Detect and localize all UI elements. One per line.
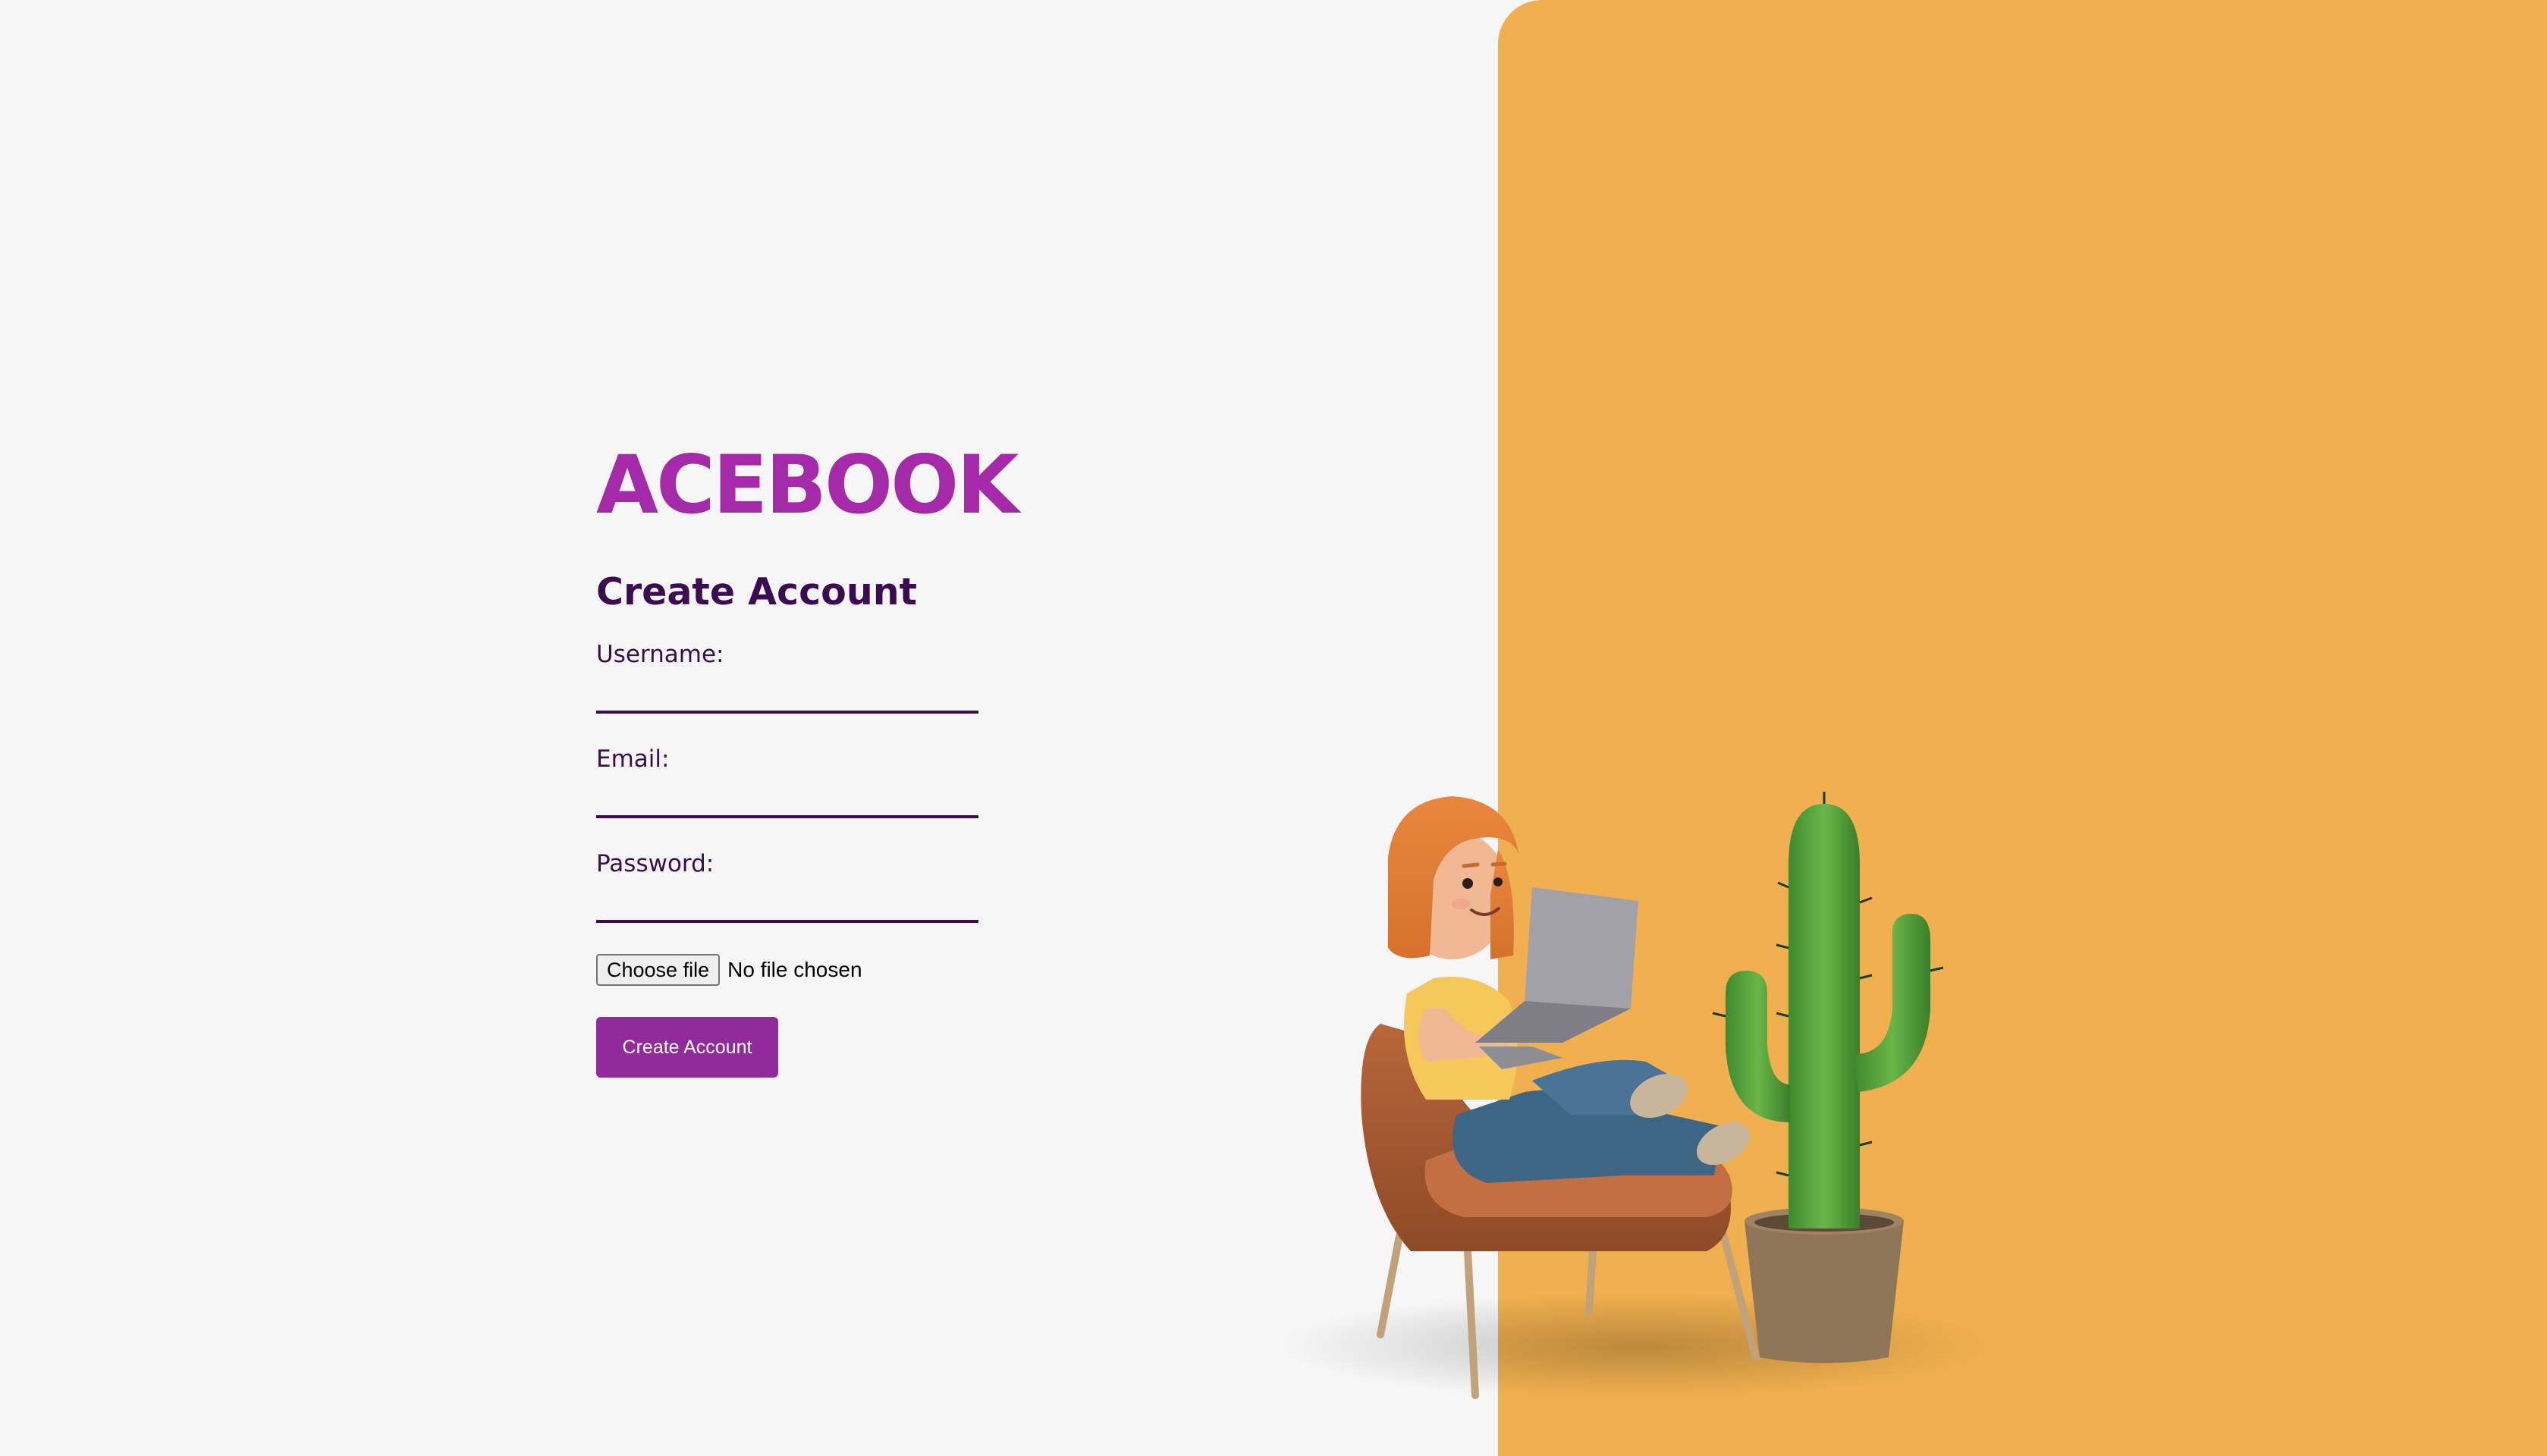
username-field-group: Username: [596, 639, 991, 714]
signup-page: ACEBOOK Create Account Username: Email: … [0, 0, 2547, 1456]
email-field-group: Email: [596, 744, 991, 818]
signup-form: ACEBOOK Create Account Username: Email: … [596, 438, 1019, 1078]
brand-logo: ACEBOOK [596, 438, 1019, 532]
email-input[interactable] [596, 782, 978, 818]
password-field-group: Password: [596, 849, 991, 923]
username-label: Username: [596, 641, 724, 668]
potted-cactus-illustration [1712, 792, 1944, 1363]
choose-file-button[interactable]: Choose file [596, 954, 721, 986]
woman-with-laptop-illustration [1282, 792, 1995, 1399]
create-account-button[interactable]: Create Account [596, 1017, 778, 1078]
password-label: Password: [596, 850, 714, 877]
password-input[interactable] [596, 886, 978, 923]
username-input[interactable] [596, 677, 978, 714]
file-status-text: No file chosen [727, 958, 862, 981]
form-title: Create Account [596, 570, 918, 613]
email-label: Email: [596, 745, 670, 773]
file-picker: Choose file No file chosen [596, 953, 991, 987]
